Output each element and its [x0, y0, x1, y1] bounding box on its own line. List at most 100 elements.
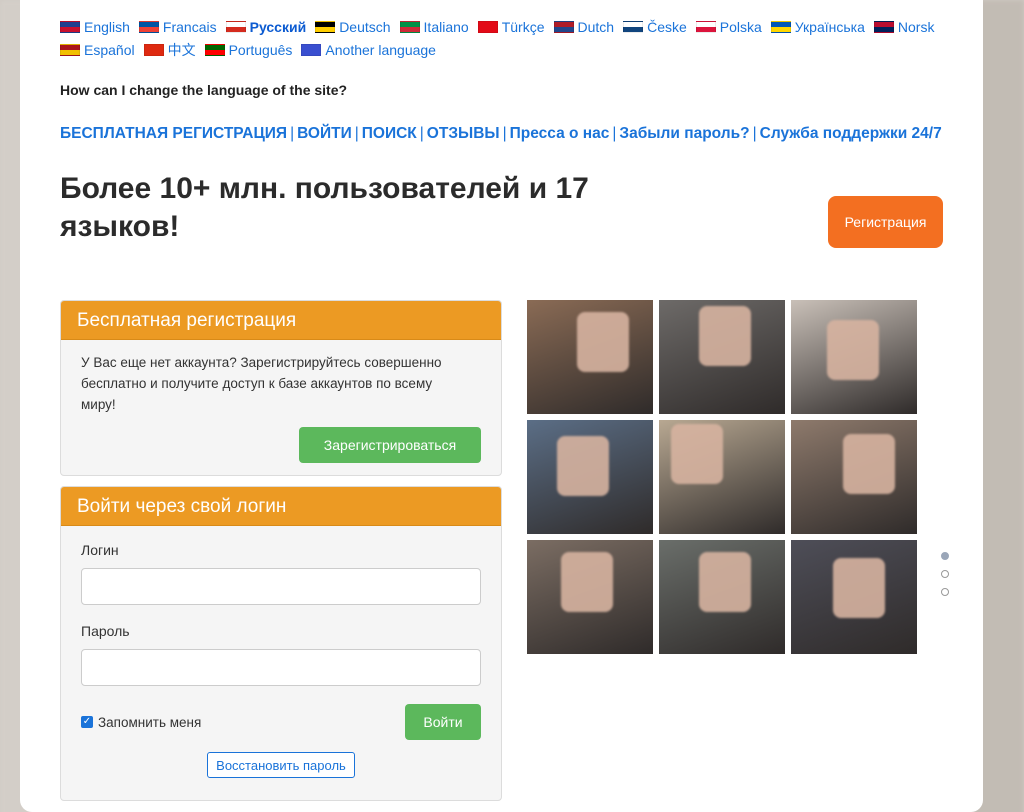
- restore-password-button[interactable]: Восстановить пароль: [207, 752, 355, 778]
- blurred-face: [833, 558, 885, 618]
- language-label: Українська: [794, 19, 865, 35]
- nav-separator: |: [290, 125, 295, 142]
- language-link[interactable]: 中文: [143, 39, 196, 61]
- gallery-photo[interactable]: [659, 540, 785, 654]
- nav-link[interactable]: Служба поддержки 24/7: [760, 125, 942, 142]
- top-nav-links: БЕСПЛАТНАЯ РЕГИСТРАЦИЯ | ВОЙТИ | ПОИСК | ОТЗЫВ…: [60, 122, 950, 146]
- blurred-face: [557, 436, 609, 496]
- language-label: Polska: [719, 19, 762, 35]
- language-link[interactable]: Türkçe: [477, 16, 545, 38]
- language-link[interactable]: Norsk: [873, 16, 935, 38]
- language-label: Norsk: [897, 19, 935, 35]
- blurred-face: [843, 434, 895, 494]
- gallery-photo[interactable]: [659, 300, 785, 414]
- language-label: Türkçe: [501, 19, 545, 35]
- gallery-photo[interactable]: [527, 540, 653, 654]
- register-panel: Бесплатная регистрация У Вас еще нет акк…: [60, 300, 502, 476]
- carousel-dot[interactable]: [941, 552, 949, 560]
- gallery-photo[interactable]: [791, 300, 917, 414]
- language-link[interactable]: Deutsch: [315, 16, 391, 38]
- nav-link[interactable]: Забыли пароль?: [619, 125, 749, 142]
- photo-gallery: [527, 300, 917, 654]
- language-link[interactable]: Español: [60, 39, 135, 61]
- flag-icon: [770, 21, 791, 33]
- blurred-face: [827, 320, 879, 380]
- blurred-face: [671, 424, 723, 484]
- flag-icon: [315, 21, 336, 33]
- flag-icon: [225, 21, 246, 33]
- register-description: У Вас еще нет аккаунта? Зарегистрируйтес…: [81, 355, 442, 412]
- flag-icon: [399, 21, 420, 33]
- flag-icon: [873, 21, 894, 33]
- gallery-photo[interactable]: [791, 420, 917, 534]
- language-link[interactable]: Česke: [623, 16, 687, 38]
- gallery-photo[interactable]: [659, 420, 785, 534]
- nav-separator: |: [612, 125, 617, 142]
- language-label: Deutsch: [339, 19, 391, 35]
- flag-icon: [138, 21, 159, 33]
- language-link[interactable]: Italiano: [399, 16, 469, 38]
- language-link[interactable]: Another language: [301, 39, 436, 61]
- gallery-photo[interactable]: [527, 420, 653, 534]
- language-link[interactable]: Русский: [225, 16, 307, 38]
- flag-icon: [60, 44, 80, 56]
- language-link[interactable]: Português: [204, 39, 293, 61]
- main-container: English Francais Русский Deutsch Italiano Tür…: [20, 0, 983, 812]
- language-link[interactable]: English: [60, 16, 130, 38]
- flag-icon: [477, 21, 498, 33]
- nav-link[interactable]: ВОЙТИ: [297, 125, 352, 142]
- language-label: Español: [84, 42, 135, 58]
- language-bar: English Francais Русский Deutsch Italiano Tür…: [60, 16, 950, 62]
- hero-register-button[interactable]: Регистрация: [828, 196, 943, 248]
- nav-link[interactable]: БЕСПЛАТНАЯ РЕГИСТРАЦИЯ: [60, 125, 287, 142]
- language-label: Dutch: [577, 19, 615, 35]
- register-submit-button[interactable]: Зарегистрироваться: [299, 427, 481, 463]
- language-link[interactable]: Українська: [770, 16, 865, 38]
- flag-icon: [204, 44, 225, 56]
- language-label: English: [84, 19, 130, 35]
- language-label: Another language: [325, 42, 436, 58]
- remember-me[interactable]: ✓ Запомнить меня: [81, 715, 201, 730]
- login-submit-button[interactable]: Войти: [405, 704, 481, 740]
- password-label: Пароль: [81, 623, 130, 639]
- flag-icon: [60, 21, 80, 33]
- language-help-question[interactable]: How can I change the language of the sit…: [60, 82, 943, 98]
- nav-separator: |: [502, 125, 507, 142]
- flag-icon: [623, 21, 644, 33]
- carousel-dot[interactable]: [941, 588, 949, 596]
- gallery-photo[interactable]: [791, 540, 917, 654]
- nav-link[interactable]: Пресса о нас: [510, 125, 610, 142]
- language-label: Русский: [249, 19, 307, 35]
- flag-icon: [301, 44, 322, 56]
- nav-separator: |: [752, 125, 757, 142]
- remember-label: Запомнить меня: [98, 714, 202, 730]
- hero-section: Более 10+ млн. пользователей и 17 языков…: [60, 170, 943, 248]
- password-input[interactable]: [81, 649, 481, 686]
- language-label: Italiano: [423, 19, 469, 35]
- language-link[interactable]: Dutch: [553, 16, 615, 38]
- login-label: Логин: [81, 542, 119, 558]
- nav-link[interactable]: ОТЗЫВЫ: [427, 125, 500, 142]
- login-input[interactable]: [81, 568, 481, 605]
- carousel-dot[interactable]: [941, 570, 949, 578]
- nav-separator: |: [354, 125, 359, 142]
- nav-link[interactable]: ПОИСК: [362, 125, 417, 142]
- remember-checkbox[interactable]: ✓: [81, 716, 93, 728]
- blurred-face: [561, 552, 613, 612]
- login-panel-title: Войти через свой логин: [61, 487, 501, 526]
- language-label: 中文: [167, 42, 196, 58]
- content-area: Бесплатная регистрация У Вас еще нет акк…: [60, 300, 949, 801]
- language-link[interactable]: Francais: [138, 16, 217, 38]
- language-link[interactable]: Polska: [695, 16, 762, 38]
- login-panel: Войти через свой логин Логин Пароль ✓ За…: [60, 486, 502, 801]
- gallery-photo[interactable]: [527, 300, 653, 414]
- flag-icon: [695, 21, 716, 33]
- carousel-indicators: [941, 552, 949, 606]
- flag-icon: [143, 44, 164, 56]
- blurred-face: [577, 312, 629, 372]
- language-label: Francais: [162, 19, 217, 35]
- blurred-face: [699, 306, 751, 366]
- hero-title: Более 10+ млн. пользователей и 17 языков…: [60, 172, 589, 243]
- register-panel-title: Бесплатная регистрация: [61, 301, 501, 340]
- language-label: Português: [228, 42, 293, 58]
